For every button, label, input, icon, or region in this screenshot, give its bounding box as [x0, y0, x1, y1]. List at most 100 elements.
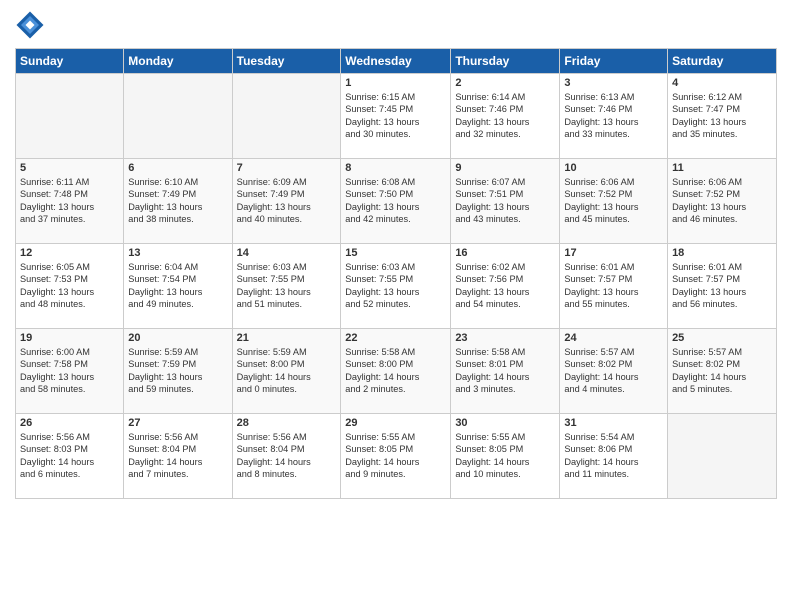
day-cell	[16, 74, 124, 159]
day-info: Sunrise: 6:05 AM Sunset: 7:53 PM Dayligh…	[20, 262, 94, 309]
day-info: Sunrise: 6:04 AM Sunset: 7:54 PM Dayligh…	[128, 262, 202, 309]
day-number: 3	[564, 77, 663, 89]
day-cell: 9 Sunrise: 6:07 AM Sunset: 7:51 PM Daylig…	[451, 159, 560, 244]
day-info: Sunrise: 5:54 AM Sunset: 8:06 PM Dayligh…	[564, 432, 638, 479]
day-cell: 19Sunrise: 6:00 AM Sunset: 7:58 PM Dayli…	[16, 329, 124, 414]
day-info: Sunrise: 6:06 AM Sunset: 7:52 PM Dayligh…	[564, 177, 638, 224]
day-cell: 3 Sunrise: 6:13 AM Sunset: 7:46 PM Daylig…	[560, 74, 668, 159]
page: SundayMondayTuesdayWednesdayThursdayFrid…	[0, 0, 792, 612]
week-row-1: 1 Sunrise: 6:15 AM Sunset: 7:45 PM Daylig…	[16, 74, 777, 159]
header	[15, 10, 777, 40]
day-number: 24	[564, 332, 663, 344]
weekday-sunday: Sunday	[16, 49, 124, 74]
day-cell: 24 Sunrise: 5:57 AM Sunset: 8:02 PM Dayli…	[560, 329, 668, 414]
day-number: 19	[20, 332, 119, 344]
day-cell	[124, 74, 232, 159]
day-info: Sunrise: 5:55 AM Sunset: 8:05 PM Dayligh…	[345, 432, 419, 479]
day-cell: 7 Sunrise: 6:09 AM Sunset: 7:49 PM Daylig…	[232, 159, 341, 244]
weekday-monday: Monday	[124, 49, 232, 74]
day-cell: 26 Sunrise: 5:56 AM Sunset: 8:03 PM Dayli…	[16, 414, 124, 499]
day-info: Sunrise: 6:12 AM Sunset: 7:47 PM Dayligh…	[672, 92, 746, 139]
day-cell: 17Sunrise: 6:01 AM Sunset: 7:57 PM Dayli…	[560, 244, 668, 329]
day-number: 16	[455, 247, 555, 259]
day-number: 29	[345, 417, 446, 429]
day-cell	[668, 414, 777, 499]
day-info: Sunrise: 5:57 AM Sunset: 8:02 PM Dayligh…	[564, 347, 638, 394]
day-cell: 4 Sunrise: 6:12 AM Sunset: 7:47 PM Daylig…	[668, 74, 777, 159]
day-info: Sunrise: 6:09 AM Sunset: 7:49 PM Dayligh…	[237, 177, 311, 224]
day-cell: 20 Sunrise: 5:59 AM Sunset: 7:59 PM Dayli…	[124, 329, 232, 414]
day-number: 30	[455, 417, 555, 429]
day-info: Sunrise: 6:06 AM Sunset: 7:52 PM Dayligh…	[672, 177, 746, 224]
day-number: 25	[672, 332, 772, 344]
weekday-tuesday: Tuesday	[232, 49, 341, 74]
weekday-header-row: SundayMondayTuesdayWednesdayThursdayFrid…	[16, 49, 777, 74]
day-cell: 23 Sunrise: 5:58 AM Sunset: 8:01 PM Dayli…	[451, 329, 560, 414]
weekday-thursday: Thursday	[451, 49, 560, 74]
weekday-saturday: Saturday	[668, 49, 777, 74]
day-info: Sunrise: 6:03 AM Sunset: 7:55 PM Dayligh…	[345, 262, 419, 309]
day-info: Sunrise: 5:59 AM Sunset: 7:59 PM Dayligh…	[128, 347, 202, 394]
day-number: 7	[237, 162, 337, 174]
day-number: 2	[455, 77, 555, 89]
week-row-3: 12Sunrise: 6:05 AM Sunset: 7:53 PM Dayli…	[16, 244, 777, 329]
day-info: Sunrise: 6:01 AM Sunset: 7:57 PM Dayligh…	[564, 262, 638, 309]
day-info: Sunrise: 5:56 AM Sunset: 8:03 PM Dayligh…	[20, 432, 94, 479]
day-number: 31	[564, 417, 663, 429]
day-cell: 12Sunrise: 6:05 AM Sunset: 7:53 PM Dayli…	[16, 244, 124, 329]
day-info: Sunrise: 6:10 AM Sunset: 7:49 PM Dayligh…	[128, 177, 202, 224]
day-cell: 1 Sunrise: 6:15 AM Sunset: 7:45 PM Daylig…	[341, 74, 451, 159]
day-cell: 27 Sunrise: 5:56 AM Sunset: 8:04 PM Dayli…	[124, 414, 232, 499]
day-number: 8	[345, 162, 446, 174]
day-cell: 28 Sunrise: 5:56 AM Sunset: 8:04 PM Dayli…	[232, 414, 341, 499]
day-info: Sunrise: 6:07 AM Sunset: 7:51 PM Dayligh…	[455, 177, 529, 224]
day-cell	[232, 74, 341, 159]
day-number: 26	[20, 417, 119, 429]
day-cell: 25 Sunrise: 5:57 AM Sunset: 8:02 PM Dayli…	[668, 329, 777, 414]
day-number: 28	[237, 417, 337, 429]
day-info: Sunrise: 5:57 AM Sunset: 8:02 PM Dayligh…	[672, 347, 746, 394]
day-cell: 31 Sunrise: 5:54 AM Sunset: 8:06 PM Dayli…	[560, 414, 668, 499]
day-number: 10	[564, 162, 663, 174]
day-info: Sunrise: 5:58 AM Sunset: 8:00 PM Dayligh…	[345, 347, 419, 394]
day-info: Sunrise: 5:58 AM Sunset: 8:01 PM Dayligh…	[455, 347, 529, 394]
day-cell: 6 Sunrise: 6:10 AM Sunset: 7:49 PM Daylig…	[124, 159, 232, 244]
weekday-friday: Friday	[560, 49, 668, 74]
day-info: Sunrise: 5:59 AM Sunset: 8:00 PM Dayligh…	[237, 347, 311, 394]
week-row-5: 26 Sunrise: 5:56 AM Sunset: 8:03 PM Dayli…	[16, 414, 777, 499]
day-info: Sunrise: 6:01 AM Sunset: 7:57 PM Dayligh…	[672, 262, 746, 309]
day-cell: 18Sunrise: 6:01 AM Sunset: 7:57 PM Dayli…	[668, 244, 777, 329]
day-info: Sunrise: 5:55 AM Sunset: 8:05 PM Dayligh…	[455, 432, 529, 479]
weekday-wednesday: Wednesday	[341, 49, 451, 74]
day-info: Sunrise: 6:13 AM Sunset: 7:46 PM Dayligh…	[564, 92, 638, 139]
day-info: Sunrise: 6:11 AM Sunset: 7:48 PM Dayligh…	[20, 177, 94, 224]
day-number: 1	[345, 77, 446, 89]
day-cell: 5 Sunrise: 6:11 AM Sunset: 7:48 PM Daylig…	[16, 159, 124, 244]
day-info: Sunrise: 6:14 AM Sunset: 7:46 PM Dayligh…	[455, 92, 529, 139]
day-number: 22	[345, 332, 446, 344]
day-cell: 22 Sunrise: 5:58 AM Sunset: 8:00 PM Dayli…	[341, 329, 451, 414]
day-cell: 10 Sunrise: 6:06 AM Sunset: 7:52 PM Dayli…	[560, 159, 668, 244]
day-cell: 15Sunrise: 6:03 AM Sunset: 7:55 PM Dayli…	[341, 244, 451, 329]
day-cell: 14Sunrise: 6:03 AM Sunset: 7:55 PM Dayli…	[232, 244, 341, 329]
calendar: SundayMondayTuesdayWednesdayThursdayFrid…	[15, 48, 777, 499]
day-cell: 8Sunrise: 6:08 AM Sunset: 7:50 PM Daylig…	[341, 159, 451, 244]
day-info: Sunrise: 5:56 AM Sunset: 8:04 PM Dayligh…	[128, 432, 202, 479]
day-info: Sunrise: 6:02 AM Sunset: 7:56 PM Dayligh…	[455, 262, 529, 309]
day-info: Sunrise: 6:15 AM Sunset: 7:45 PM Dayligh…	[345, 92, 419, 139]
day-cell: 29 Sunrise: 5:55 AM Sunset: 8:05 PM Dayli…	[341, 414, 451, 499]
week-row-2: 5 Sunrise: 6:11 AM Sunset: 7:48 PM Daylig…	[16, 159, 777, 244]
day-info: Sunrise: 5:56 AM Sunset: 8:04 PM Dayligh…	[237, 432, 311, 479]
day-number: 4	[672, 77, 772, 89]
day-number: 9	[455, 162, 555, 174]
day-cell: 21Sunrise: 5:59 AM Sunset: 8:00 PM Dayli…	[232, 329, 341, 414]
day-number: 6	[128, 162, 227, 174]
day-number: 5	[20, 162, 119, 174]
day-number: 27	[128, 417, 227, 429]
day-number: 23	[455, 332, 555, 344]
day-cell: 11 Sunrise: 6:06 AM Sunset: 7:52 PM Dayli…	[668, 159, 777, 244]
day-number: 20	[128, 332, 227, 344]
day-info: Sunrise: 6:03 AM Sunset: 7:55 PM Dayligh…	[237, 262, 311, 309]
day-number: 11	[672, 162, 772, 174]
logo-icon	[15, 10, 45, 40]
